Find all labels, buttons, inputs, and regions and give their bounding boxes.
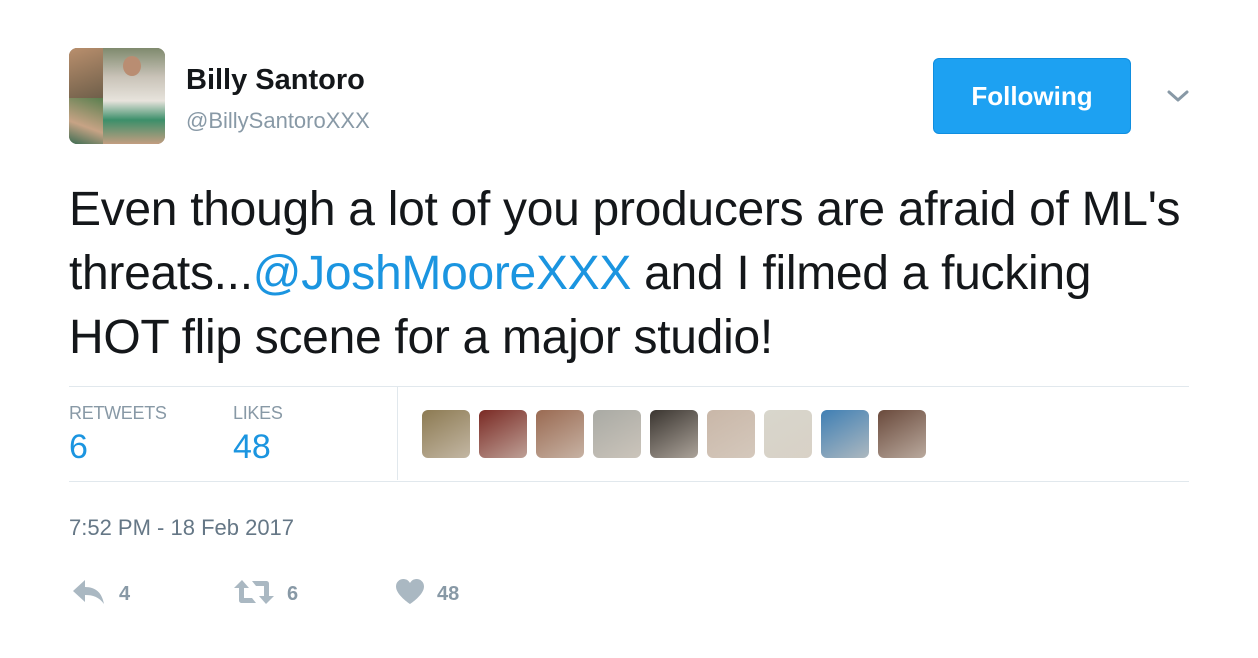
liker-avatar[interactable] (764, 410, 812, 458)
liker-avatar[interactable] (650, 410, 698, 458)
heart-icon (395, 578, 425, 611)
liker-avatar[interactable] (707, 410, 755, 458)
reply-count: 4 (119, 583, 131, 605)
retweet-icon (233, 578, 275, 611)
likes-count[interactable]: 48 (233, 428, 271, 467)
divider (397, 387, 398, 480)
retweets-count[interactable]: 6 (69, 428, 88, 467)
liker-avatar[interactable] (479, 410, 527, 458)
tweet-text: Even though a lot of you producers are a… (69, 178, 1189, 370)
liker-avatar[interactable] (878, 410, 926, 458)
author-handle[interactable]: @BillySantoroXXX (186, 108, 370, 134)
liker-avatar[interactable] (536, 410, 584, 458)
retweet-count: 6 (287, 583, 299, 605)
divider (69, 386, 1189, 387)
tweet-timestamp[interactable]: 7:52 PM - 18 Feb 2017 (69, 515, 294, 541)
likers-avatar-list (422, 410, 926, 458)
avatar-photo-part (69, 98, 103, 144)
likes-label: LIKES (233, 403, 283, 423)
author-avatar[interactable] (69, 48, 165, 144)
like-button[interactable]: 48 (395, 578, 459, 611)
liker-avatar[interactable] (593, 410, 641, 458)
reply-icon (71, 578, 107, 611)
retweets-label: RETWEETS (69, 403, 167, 423)
divider (69, 481, 1189, 482)
liker-avatar[interactable] (422, 410, 470, 458)
retweet-button[interactable]: 6 (233, 578, 298, 611)
mention-link[interactable]: @JoshMooreXXX (253, 247, 632, 300)
reply-button[interactable]: 4 (71, 578, 130, 611)
like-count: 48 (437, 583, 460, 605)
avatar-photo-part (69, 48, 103, 98)
liker-avatar[interactable] (821, 410, 869, 458)
avatar-photo-part (123, 56, 141, 76)
following-button[interactable]: Following (933, 58, 1131, 134)
chevron-down-icon[interactable] (1162, 82, 1194, 110)
author-name[interactable]: Billy Santoro (186, 64, 365, 97)
